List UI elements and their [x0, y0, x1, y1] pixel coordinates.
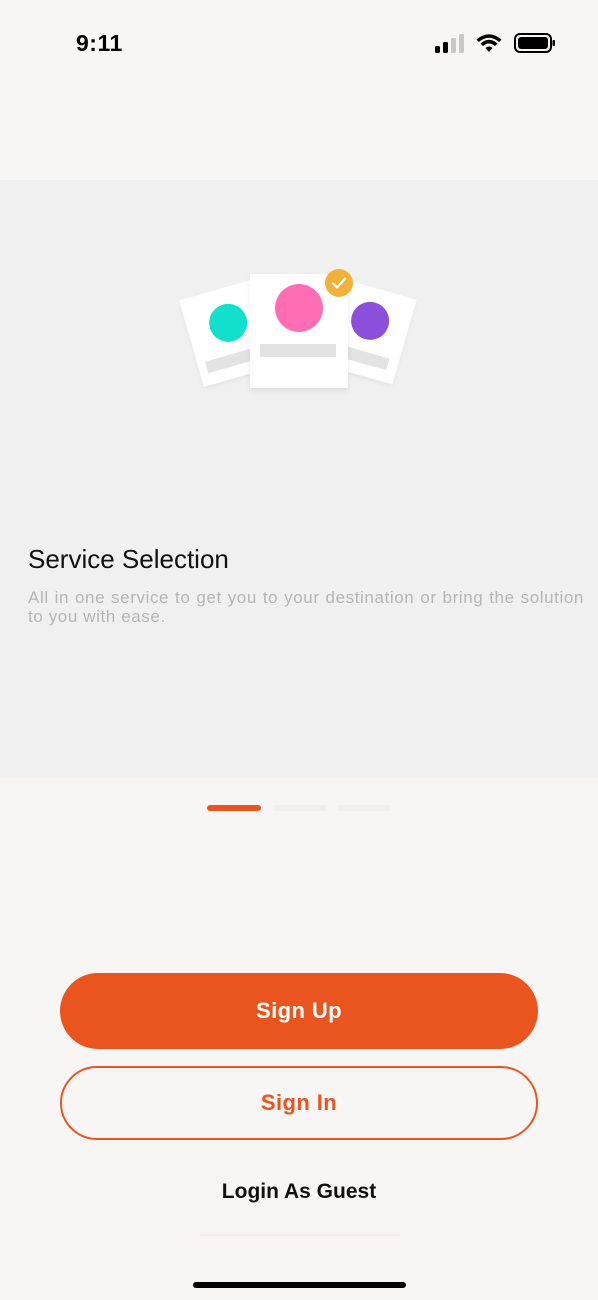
guest-link-underline: [200, 1234, 400, 1236]
cellular-signal-icon: [435, 33, 464, 53]
wifi-icon: [476, 34, 502, 52]
battery-icon: [514, 33, 555, 53]
service-cards-illustration: [179, 268, 420, 408]
slide-description: All in one service to get you to your de…: [28, 588, 584, 626]
page-indicator-dot-3[interactable]: [337, 805, 391, 811]
home-indicator[interactable]: [193, 1282, 406, 1288]
check-badge-icon: [325, 269, 353, 297]
sign-up-button[interactable]: Sign Up: [60, 973, 538, 1049]
login-as-guest-link[interactable]: Login As Guest: [0, 1180, 598, 1204]
onboarding-carousel[interactable]: Service Selection All in one service to …: [0, 180, 598, 778]
status-icons: [435, 33, 556, 53]
page-indicator-dot-2[interactable]: [272, 805, 326, 811]
status-bar: 9:11: [0, 0, 598, 90]
status-time: 9:11: [76, 30, 123, 56]
page-indicator: [207, 805, 391, 811]
slide-title: Service Selection: [28, 544, 229, 574]
sign-in-button[interactable]: Sign In: [60, 1066, 538, 1140]
page-indicator-dot-1[interactable]: [207, 805, 261, 811]
